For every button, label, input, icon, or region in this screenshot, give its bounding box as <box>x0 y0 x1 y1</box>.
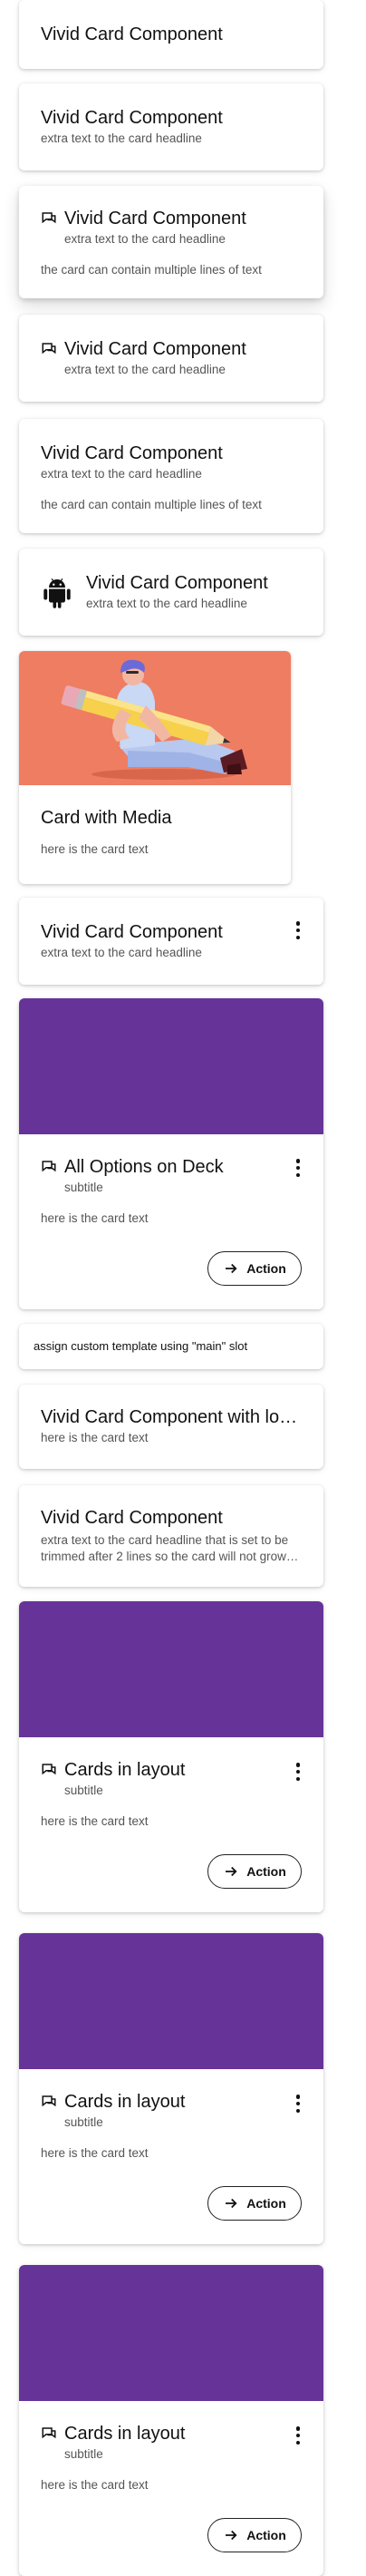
card-subtitle: subtitle <box>64 1181 103 1194</box>
card-media <box>19 1601 323 1737</box>
card-text: the card can contain multiple lines of t… <box>41 498 262 511</box>
more-vert-icon[interactable] <box>293 1761 303 1783</box>
more-vert-icon[interactable] <box>293 2093 303 2114</box>
card-headline-only: Vivid Card Component <box>19 0 323 69</box>
card-headline: Card with Media <box>41 808 172 828</box>
more-vert-icon[interactable] <box>293 2425 303 2446</box>
card-headline: Vivid Card Component <box>41 24 223 44</box>
card-headline: Vivid Card Component <box>41 1508 223 1528</box>
card-media <box>19 2265 323 2401</box>
card-subtitle: extra text to the card headline <box>64 363 226 376</box>
card-headline: Vivid Card Component with long headline … <box>41 1407 302 1427</box>
card-headline: Cards in layout <box>64 2424 186 2444</box>
card-text: here is the card text <box>41 2146 149 2160</box>
more-vert-icon[interactable] <box>293 919 303 941</box>
action-label: Action <box>246 1864 286 1879</box>
card-trimmed-headline: Vivid Card Component with long headline … <box>19 1385 323 1469</box>
card-in-layout: Cards in layout subtitle here is the car… <box>19 2265 323 2576</box>
more-vert-icon[interactable] <box>293 1157 303 1179</box>
card-in-layout: Cards in layout subtitle here is the car… <box>19 1933 323 2244</box>
card-subtitle: extra text to the card headline <box>41 131 202 145</box>
action-label: Action <box>246 1261 286 1276</box>
action-button[interactable]: Action <box>207 1854 302 1889</box>
card-headline: Vivid Card Component <box>41 922 223 942</box>
android-icon <box>43 578 71 608</box>
card-icon-text: Vivid Card Component extra text to the c… <box>19 186 323 298</box>
card-media <box>19 998 323 1134</box>
card-subtitle: extra text to the card headline <box>86 597 247 610</box>
card-subtitle: extra text to the card headline <box>64 232 226 246</box>
card-subtitle: subtitle <box>64 2115 103 2129</box>
card-headline: Vivid Card Component <box>41 443 223 463</box>
arrow-right-icon <box>226 2530 237 2541</box>
card-text: here is the card text <box>41 2478 149 2492</box>
arrow-right-icon <box>226 1263 237 1274</box>
card-headline: Cards in layout <box>64 1760 186 1780</box>
card-text: here is the card text <box>41 1814 149 1828</box>
card-headline-subtitle: Vivid Card Component extra text to the c… <box>19 83 323 170</box>
card-headline: Cards in layout <box>64 2092 186 2112</box>
card-headline: Vivid Card Component <box>41 108 223 128</box>
action-button[interactable]: Action <box>207 2518 302 2552</box>
card-custom-slot: assign custom template using "main" slot <box>19 1324 323 1369</box>
action-label: Action <box>246 2196 286 2211</box>
card-with-menu: Vivid Card Component extra text to the c… <box>19 898 323 985</box>
card-in-layout: Cards in layout subtitle here is the car… <box>19 1601 323 1912</box>
action-button[interactable]: Action <box>207 2186 302 2221</box>
chat-icon <box>42 2095 56 2107</box>
card-headline: Vivid Card Component <box>64 339 246 359</box>
card-headline: All Options on Deck <box>64 1157 224 1177</box>
card-subtitle: extra text to the card headline <box>41 946 202 959</box>
card-headline: Vivid Card Component <box>86 573 268 593</box>
card-icon-subtitle: Vivid Card Component extra text to the c… <box>19 315 323 402</box>
card-trimmed-subtitle: Vivid Card Component extra text to the c… <box>19 1485 323 1587</box>
card-subtitle: subtitle <box>64 2447 103 2461</box>
chat-icon <box>42 1161 56 1172</box>
card-headline: Vivid Card Component <box>64 209 246 228</box>
card-all-options: All Options on Deck subtitle here is the… <box>19 998 323 1309</box>
chat-icon <box>42 212 56 224</box>
chat-icon <box>42 1764 56 1775</box>
card-text: the card can contain multiple lines of t… <box>41 263 262 277</box>
card-with-media: Card with Media here is the card text <box>19 651 291 884</box>
card-subtitle: here is the card text <box>41 1431 149 1444</box>
card-text: here is the card text <box>41 1211 149 1225</box>
action-label: Action <box>246 2528 286 2542</box>
card-subtitle-text: Vivid Card Component extra text to the c… <box>19 419 323 533</box>
card-android-icon: Vivid Card Component extra text to the c… <box>19 549 323 636</box>
card-subtitle: subtitle <box>64 1784 103 1797</box>
card-main-slot-text: assign custom template using "main" slot <box>34 1339 248 1353</box>
card-text: here is the card text <box>41 842 149 856</box>
chat-icon <box>42 343 56 355</box>
arrow-right-icon <box>226 1866 237 1877</box>
arrow-right-icon <box>226 2198 237 2209</box>
action-button[interactable]: Action <box>207 1251 302 1286</box>
card-media <box>19 1933 323 2069</box>
person-with-pencil-illustration <box>19 651 291 785</box>
card-subtitle: extra text to the card headline that is … <box>41 1533 289 1563</box>
card-subtitle: extra text to the card headline <box>41 467 202 481</box>
chat-icon <box>42 2427 56 2439</box>
